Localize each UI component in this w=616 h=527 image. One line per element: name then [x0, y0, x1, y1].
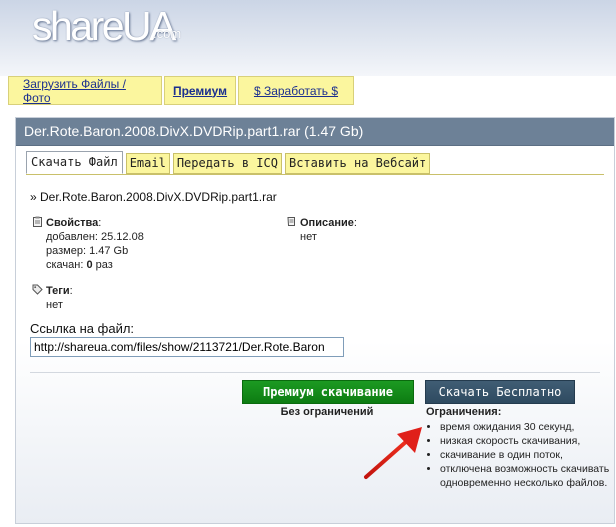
tags-value: нет	[46, 299, 63, 311]
tab-download[interactable]: Скачать Файл	[26, 151, 123, 174]
description-title: Описание	[300, 217, 354, 229]
limitation-item: низкая скорость скачивания,	[440, 434, 611, 448]
tab-embed[interactable]: Вставить на Вебсайт	[284, 153, 431, 174]
limitations-block: Ограничения: время ожидания 30 секунд, н…	[426, 406, 611, 490]
tags-block: Теги: нет	[32, 284, 73, 312]
tab-email[interactable]: Email	[125, 153, 170, 174]
file-link-label: Ссылка на файл:	[30, 321, 135, 336]
file-size: размер: 1.47 Gb	[46, 245, 129, 257]
free-download-button[interactable]: Скачать Бесплатно	[425, 380, 575, 404]
divider	[30, 372, 600, 373]
clipboard-icon	[33, 216, 42, 227]
tags-colon: :	[69, 285, 73, 297]
description-block: Описание: нет	[286, 216, 357, 244]
nav-upload-files[interactable]: Загрузить Файлы / Фото	[8, 76, 162, 105]
tab-bar: Скачать Файл Email Передать в ICQ Встави…	[26, 151, 433, 174]
download-count-prefix: скачан:	[46, 259, 87, 271]
properties-title: Свойства	[46, 217, 99, 229]
nav-premium[interactable]: Премиум	[164, 76, 236, 105]
file-name: » Der.Rote.Baron.2008.DivX.DVDRip.part1.…	[30, 190, 277, 204]
download-count-suffix: раз	[92, 259, 113, 271]
properties-block: Свойства: добавлен: 25.12.08 размер: 1.4…	[32, 216, 144, 272]
limitation-item: время ожидания 30 секунд,	[440, 420, 611, 434]
file-panel: Der.Rote.Baron.2008.DivX.DVDRip.part1.ra…	[15, 117, 615, 524]
properties-colon: :	[98, 217, 102, 229]
limitations-title: Ограничения:	[426, 406, 502, 418]
description-colon: :	[353, 217, 357, 229]
tab-underline	[26, 174, 604, 175]
site-header: shareUA .com	[0, 0, 616, 76]
red-arrow-icon	[364, 427, 422, 479]
download-count-line: скачан: 0 раз	[32, 258, 144, 272]
limitation-item: скачивание в один поток,	[440, 448, 611, 462]
premium-note: Без ограничений	[280, 406, 374, 418]
premium-download-button[interactable]: Премиум скачивание	[242, 380, 414, 404]
added-date: добавлен: 25.12.08	[46, 231, 144, 243]
logo-suffix: .com	[153, 26, 182, 41]
scroll-icon	[287, 217, 295, 226]
limitations-list: время ожидания 30 секунд, низкая скорост…	[426, 420, 611, 490]
panel-title: Der.Rote.Baron.2008.DivX.DVDRip.part1.ra…	[16, 118, 614, 146]
tags-title: Теги	[46, 285, 70, 297]
description-value: нет	[300, 231, 317, 243]
limitation-item: отключена возможность скачивать одноврем…	[440, 462, 611, 490]
main-nav: Загрузить Файлы / Фото Премиум $ Заработ…	[8, 76, 356, 105]
file-link-input[interactable]: http://shareua.com/files/show/2113721/De…	[30, 337, 344, 357]
nav-earn[interactable]: $ Заработать $	[238, 76, 354, 105]
tag-icon	[32, 284, 43, 295]
tab-icq[interactable]: Передать в ICQ	[172, 153, 282, 174]
